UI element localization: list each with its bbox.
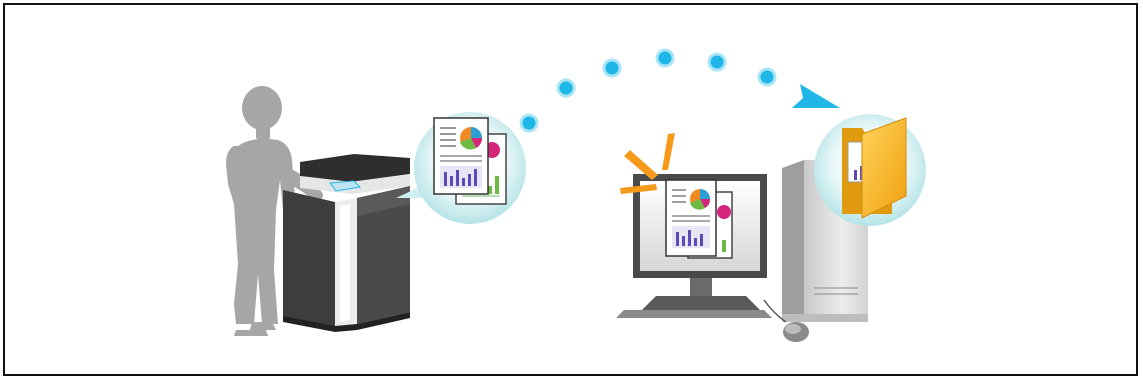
document-icon <box>665 179 717 257</box>
scan-to-pc-diagram <box>226 48 926 342</box>
multifunction-printer-icon <box>283 154 410 332</box>
document-icon <box>433 117 489 195</box>
destination-folder-bubble <box>814 114 926 226</box>
scan-preview-bubble <box>396 112 526 224</box>
transfer-dots-icon <box>519 48 777 133</box>
arrow-icon <box>792 84 840 108</box>
